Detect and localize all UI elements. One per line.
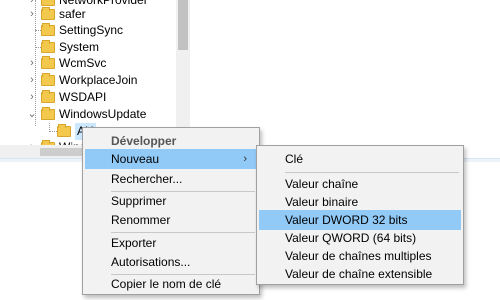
submenu-item-expandable-string-value[interactable]: Valeur de chaîne extensible — [259, 264, 461, 284]
menu-item-permissions[interactable]: Autorisations... — [85, 252, 257, 272]
folder-icon — [57, 124, 71, 137]
tree-item-label: WindowsUpdate — [59, 107, 147, 121]
menu-item-rename[interactable]: Renommer — [85, 210, 257, 230]
menu-item-new[interactable]: Nouveau › — [85, 149, 257, 169]
tree-item-label: WSDAPI — [59, 90, 107, 104]
submenu-item-string-value[interactable]: Valeur chaîne — [259, 174, 461, 194]
chevron-right-icon[interactable]: › — [27, 6, 37, 23]
menu-item-delete[interactable]: Supprimer — [85, 191, 257, 211]
tree-item-label: SettingSync — [59, 23, 124, 37]
vertical-scrollbar[interactable] — [176, 0, 190, 145]
chevron-right-icon[interactable]: › — [27, 72, 37, 89]
tree-item-label: System — [59, 40, 100, 54]
submenu-item-qword-value[interactable]: Valeur QWORD (64 bits) — [259, 228, 461, 248]
menu-item-export[interactable]: Exporter — [85, 233, 257, 253]
folder-icon — [41, 73, 55, 86]
submenu-item-key[interactable]: Clé — [259, 149, 461, 169]
folder-icon — [41, 23, 55, 36]
folder-icon — [41, 40, 55, 53]
context-menu: Développer Nouveau › Rechercher... Suppr… — [82, 127, 260, 295]
menu-separator — [285, 172, 459, 173]
chevron-right-icon: › — [243, 153, 247, 165]
submenu-item-dword-value[interactable]: Valeur DWORD 32 bits — [259, 210, 461, 230]
submenu-new: Clé Valeur chaîne Valeur binaire Valeur … — [256, 145, 464, 285]
chevron-down-icon[interactable]: ⌄ — [27, 106, 37, 123]
folder-icon — [41, 0, 55, 6]
folder-open-icon — [41, 107, 55, 120]
menu-item-new-label: Nouveau — [111, 152, 160, 166]
tree-item-label: WorkplaceJoin — [59, 73, 138, 87]
submenu-item-binary-value[interactable]: Valeur binaire — [259, 192, 461, 212]
folder-icon — [41, 7, 55, 20]
folder-icon — [41, 56, 55, 69]
menu-item-expand[interactable]: Développer — [85, 131, 257, 151]
folder-icon — [41, 90, 55, 103]
menu-item-search[interactable]: Rechercher... — [85, 169, 257, 189]
chevron-right-icon[interactable]: › — [27, 55, 37, 72]
tree-item-label: WcmSvc — [59, 56, 107, 70]
menu-item-copy-key-name[interactable]: Copier le nom de clé — [85, 274, 257, 294]
tree-item-label: safer — [59, 7, 86, 21]
tree-guide-line — [49, 131, 57, 132]
submenu-item-multi-string-value[interactable]: Valeur de chaînes multiples — [259, 246, 461, 266]
chevron-right-icon[interactable]: › — [27, 89, 37, 106]
scrollbar-thumb[interactable] — [178, 0, 188, 50]
